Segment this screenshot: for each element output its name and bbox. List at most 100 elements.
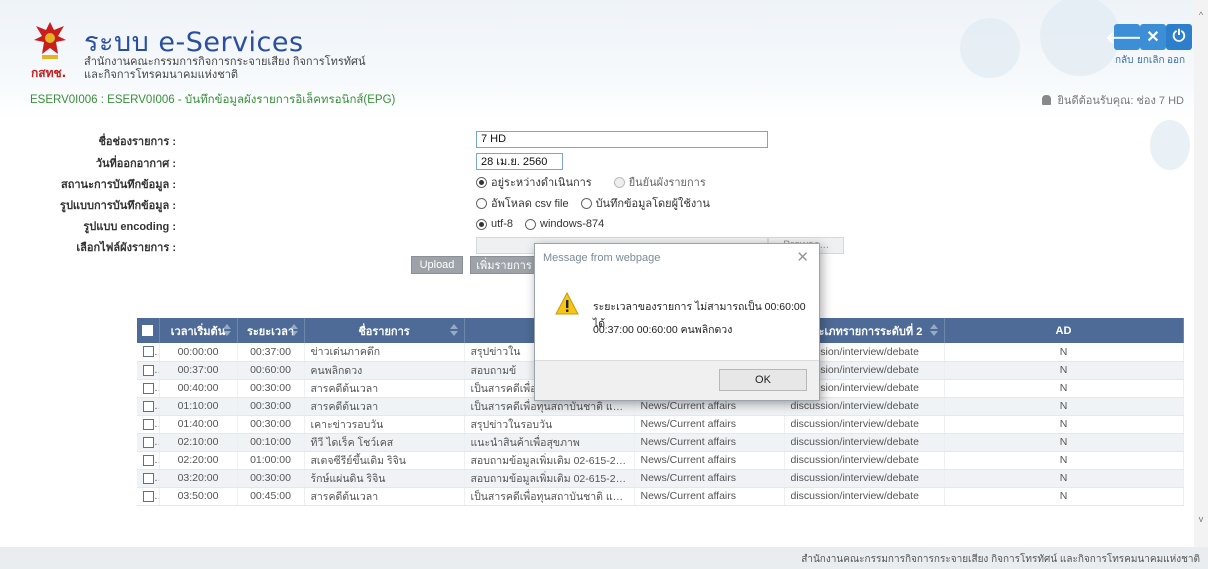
cell-category-1: News/Current affairs (634, 469, 785, 488)
column-header-duration[interactable]: ระยะเวลา (237, 318, 305, 343)
broadcast-date-input[interactable] (476, 152, 563, 170)
row-checkbox[interactable] (143, 454, 154, 466)
back-button[interactable]: 🡐 (1106, 24, 1148, 50)
table-row[interactable]: 03:50:00 00:45:00 สารคดีต้นเวลา เป็นสารคดีเ… (137, 487, 1184, 506)
vertical-scrollbar[interactable]: ^ v (1194, 0, 1208, 547)
exit-label: ออก (1167, 55, 1186, 66)
method-label: รูปแบบการบันทึกข้อมูล (60, 196, 176, 214)
scroll-down-icon[interactable]: v (1196, 514, 1206, 524)
cell-ad: N (944, 433, 1184, 452)
footer: สำนักงานคณะกรรมการกิจการกระจายเสียง กิจก… (0, 547, 1208, 569)
cell-start-time: 01:10:00 (159, 397, 238, 416)
method-option-manual[interactable]: บันทึกข้อมูลโดยผู้ใช้งาน (580, 194, 710, 212)
select-all-checkbox[interactable] (142, 325, 154, 337)
row-select-cell (137, 397, 160, 416)
sort-icon (929, 324, 938, 336)
add-item-button[interactable]: เพิ่มรายการ (470, 256, 538, 274)
cell-duration: 00:30:00 (237, 469, 305, 488)
dialog-close-icon[interactable]: ✕ (796, 248, 809, 266)
row-select-cell (137, 469, 160, 488)
row-checkbox[interactable] (143, 418, 154, 430)
cell-category-1: News/Current affairs (634, 487, 785, 506)
cell-ad: N (944, 451, 1184, 470)
logo-abbreviation: กสทช. (31, 66, 67, 80)
row-checkbox[interactable] (143, 400, 154, 412)
cell-program-name: สารคดีต้นเวลา (304, 487, 465, 506)
user-welcome: ยินดีต้อนรับคุณ: ช่อง 7 HD (1042, 91, 1184, 109)
main-page: กสทช. ระบบ e-Services สำนักงานคณะกรรมการ… (0, 0, 1194, 547)
sort-icon (449, 324, 458, 336)
row-checkbox[interactable] (143, 472, 154, 484)
cell-duration: 00:10:00 (237, 433, 305, 452)
cell-ad: N (944, 361, 1184, 380)
row-select-cell (137, 415, 160, 434)
cancel-label: ยกเลิก (1137, 55, 1165, 66)
cell-ad: N (944, 379, 1184, 398)
footer-text: สำนักงานคณะกรรมการกิจการกระจายเสียง กิจก… (801, 554, 1200, 565)
column-header-ad[interactable]: AD (944, 318, 1184, 343)
form-row-channel: ชื่อช่องรายการ (0, 130, 900, 148)
cell-program-name: สารคดีต้นเวลา (304, 397, 465, 416)
dialog-detail: 00:37:00 00:60:00 ฅนพลิกดวง (593, 324, 733, 336)
row-checkbox[interactable] (143, 490, 154, 502)
sort-icon (222, 324, 231, 336)
user-icon (1042, 95, 1052, 105)
cell-description: แนะนำสินค้าเพื่อสุขภาพ (464, 433, 635, 452)
cell-category-2: discussion/interview/debate (784, 469, 945, 488)
cell-duration: 00:37:00 (237, 343, 305, 362)
column-header-start-time[interactable]: เวลาเริ่มต้น (159, 318, 238, 343)
cell-program-name: ร้กษ์แผ่นดิน ริจิน (304, 469, 465, 488)
row-checkbox[interactable] (143, 364, 154, 376)
cell-program-name: สเตจซีรีย์ขึ้นเดิม ริจิน (304, 451, 465, 470)
form-row-status: สถานะการบันทึกข้อมูล อยู่ระหว่างดำเนินกา… (0, 173, 900, 191)
cell-start-time: 03:20:00 (159, 469, 238, 488)
row-select-cell (137, 379, 160, 398)
close-icon: ✕ (1146, 29, 1160, 46)
encoding-label: รูปแบบ encoding (83, 217, 176, 235)
row-checkbox[interactable] (143, 382, 154, 394)
warning-icon (555, 292, 579, 315)
cell-category-1: News/Current affairs (634, 433, 785, 452)
cell-ad: N (944, 397, 1184, 416)
cell-program-name: เคาะข่าวรอบวัน (304, 415, 465, 434)
column-header-program-name[interactable]: ชื่อรายการ (304, 318, 465, 343)
cell-start-time: 00:00:00 (159, 343, 238, 362)
encoding-option-windows874[interactable]: windows-874 (525, 218, 604, 230)
cell-ad: N (944, 415, 1184, 434)
select-all-header[interactable] (137, 318, 160, 343)
status-label: สถานะการบันทึกข้อมูล (61, 175, 176, 193)
status-option-confirm[interactable]: ยืนยันผังรายการ (613, 173, 706, 191)
table-row[interactable]: 02:10:00 00:10:00 ทีวี ไดเร็ค โชว์เคส แนะนำ… (137, 433, 1184, 452)
cell-start-time: 03:50:00 (159, 487, 238, 506)
cell-category-2: discussion/interview/debate (784, 433, 945, 452)
cell-duration: 00:45:00 (237, 487, 305, 506)
table-row[interactable]: 01:40:00 00:30:00 เคาะข่าวรอบวัน สรุปข่าวใน… (137, 415, 1184, 434)
cell-category-1: News/Current affairs (634, 451, 785, 470)
cell-category-2: discussion/interview/debate (784, 415, 945, 434)
table-row[interactable]: 03:20:00 00:30:00 ร้กษ์แผ่นดิน ริจิน สอบถาม… (137, 469, 1184, 488)
row-select-cell (137, 343, 160, 362)
alert-dialog: Message from webpage ✕ ระยะเวลาของรายการ… (534, 243, 820, 401)
encoding-option-utf8[interactable]: utf-8 (476, 218, 513, 230)
row-select-cell (137, 451, 160, 470)
cell-description: สรุปข่าวในรอบวัน (464, 415, 635, 434)
cell-program-name: สารคดีต้นเวลา (304, 379, 465, 398)
cell-duration: 00:60:00 (237, 361, 305, 380)
cell-start-time: 01:40:00 (159, 415, 238, 434)
row-checkbox[interactable] (143, 346, 154, 358)
status-option-in-progress[interactable]: อยู่ระหว่างดำเนินการ (476, 173, 592, 191)
org-name-line2: และกิจการโทรคมนาคมแห่งชาติ (84, 69, 239, 81)
ok-button[interactable]: OK (719, 369, 807, 391)
power-icon: ⏻ (1172, 28, 1186, 45)
cancel-button[interactable]: ✕ (1140, 24, 1166, 50)
channel-input[interactable] (476, 130, 768, 148)
method-option-csv[interactable]: อัพโหลด csv file (476, 194, 569, 212)
row-checkbox[interactable] (143, 436, 154, 448)
scroll-up-icon[interactable]: ^ (1196, 10, 1206, 20)
cell-start-time: 00:37:00 (159, 361, 238, 380)
exit-button[interactable]: ⏻ (1166, 24, 1192, 50)
breadcrumb: ESERV0I006 : ESERV0I006 - บันทึกข้อมูลผั… (30, 94, 396, 106)
upload-button[interactable]: Upload (411, 256, 463, 274)
table-row[interactable]: 02:20:00 01:00:00 สเตจซีรีย์ขึ้นเดิม ริจิน… (137, 451, 1184, 470)
user-welcome-text: ยินดีต้อนรับคุณ: ช่อง 7 HD (1057, 95, 1184, 107)
